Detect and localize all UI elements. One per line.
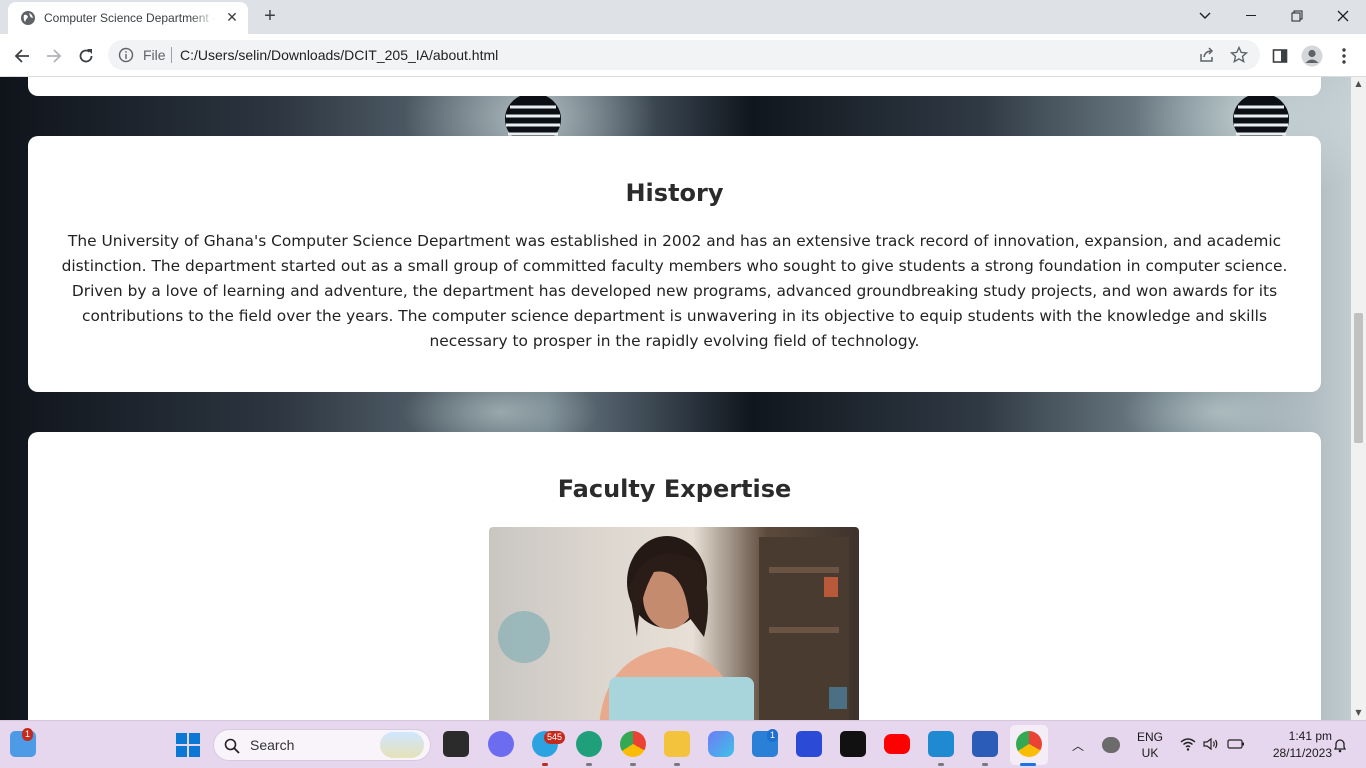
app-icon[interactable]: [796, 731, 822, 757]
widgets-badge: 1: [22, 728, 34, 741]
running-indicator: [674, 763, 680, 766]
previous-section-card: [28, 77, 1321, 96]
new-tab-button[interactable]: +: [258, 6, 282, 28]
faculty-photo: [489, 527, 859, 720]
task-view-icon[interactable]: [443, 731, 469, 757]
clock-time[interactable]: 1:41 pm: [1256, 729, 1332, 743]
youtube-icon[interactable]: [884, 734, 910, 754]
running-indicator: [1020, 763, 1036, 766]
close-window-button[interactable]: [1320, 0, 1366, 32]
info-icon[interactable]: [118, 47, 134, 63]
page-viewport: History The University of Ghana's Comput…: [0, 77, 1366, 720]
chrome-icon[interactable]: [620, 731, 646, 757]
running-indicator: [982, 763, 988, 766]
scheme-label: File: [143, 47, 166, 63]
tab-active[interactable]: Computer Science Department - ✕: [8, 2, 248, 34]
running-indicator: [630, 763, 636, 766]
edge-icon[interactable]: [576, 731, 602, 757]
tab-strip: Computer Science Department - ✕ +: [0, 0, 1366, 34]
mail-badge: 1: [767, 729, 779, 742]
battery-icon[interactable]: [1227, 738, 1245, 750]
side-panel-icon[interactable]: [1266, 42, 1294, 70]
history-section: History The University of Ghana's Comput…: [28, 136, 1321, 392]
copilot-icon[interactable]: [708, 731, 734, 757]
reload-icon[interactable]: [72, 42, 100, 70]
tab-close-icon[interactable]: ✕: [224, 10, 240, 26]
start-button[interactable]: [176, 733, 200, 757]
windows-logo-icon: [176, 733, 200, 757]
profile-avatar-icon[interactable]: [1298, 42, 1326, 70]
dna-helix-icon: [1233, 93, 1289, 137]
divider: [171, 47, 172, 63]
search-icon: [224, 738, 240, 754]
scroll-down-arrow-icon[interactable]: ▼: [1351, 706, 1366, 720]
globe-icon: [21, 11, 35, 25]
running-indicator: [938, 763, 944, 766]
browser-toolbar: File C:/Users/selin/Downloads/DCIT_205_I…: [0, 34, 1366, 77]
scroll-up-arrow-icon[interactable]: ▲: [1351, 77, 1366, 91]
taskbar-search[interactable]: Search: [213, 729, 431, 761]
address-bar[interactable]: File C:/Users/selin/Downloads/DCIT_205_I…: [108, 40, 1260, 70]
faculty-heading: Faculty Expertise: [557, 475, 792, 503]
chevron-up-icon[interactable]: ︿: [1072, 737, 1084, 754]
page-scrollbar[interactable]: ▲ ▼: [1351, 77, 1366, 720]
language-bottom[interactable]: UK: [1136, 746, 1164, 760]
url-text[interactable]: C:/Users/selin/Downloads/DCIT_205_IA/abo…: [180, 47, 498, 63]
search-highlight-deer-icon: [380, 732, 424, 758]
restore-button[interactable]: [1274, 0, 1320, 32]
minimize-button[interactable]: [1228, 0, 1274, 32]
file-explorer-icon[interactable]: [664, 731, 690, 757]
wifi-icon[interactable]: [1180, 737, 1196, 751]
onedrive-icon[interactable]: [1102, 737, 1120, 753]
language-top[interactable]: ENG: [1136, 730, 1164, 744]
clock-date[interactable]: 28/11/2023: [1256, 746, 1332, 760]
tab-search-chevron-icon[interactable]: [1182, 0, 1228, 32]
share-icon[interactable]: [1198, 46, 1216, 64]
running-indicator: [586, 763, 592, 766]
running-indicator: [542, 763, 548, 766]
netflix-icon[interactable]: [840, 731, 866, 757]
word-icon[interactable]: [972, 731, 998, 757]
tab-title: Computer Science Department -: [44, 11, 216, 25]
back-arrow-icon[interactable]: [8, 42, 36, 70]
chrome-icon[interactable]: [1016, 731, 1042, 757]
volume-icon[interactable]: [1203, 737, 1219, 751]
dna-helix-icon: [505, 93, 561, 137]
scroll-thumb[interactable]: [1354, 313, 1363, 443]
telegram-badge: 545: [544, 731, 566, 744]
faculty-section: Faculty Expertise: [28, 432, 1321, 720]
bookmark-star-icon[interactable]: [1230, 46, 1248, 64]
vscode-icon[interactable]: [928, 731, 954, 757]
search-label: Search: [250, 737, 295, 753]
history-heading: History: [625, 179, 724, 207]
history-paragraph: The University of Ghana's Computer Scien…: [61, 232, 1288, 350]
more-menu-icon[interactable]: [1330, 42, 1358, 70]
teams-chat-icon[interactable]: [488, 731, 514, 757]
forward-arrow-icon[interactable]: [40, 42, 68, 70]
notification-bell-icon[interactable]: [1332, 737, 1348, 753]
windows-taskbar: 1 Search 545 1 ︿ ENG UK 1:41 pm 28/11/20…: [0, 720, 1366, 768]
